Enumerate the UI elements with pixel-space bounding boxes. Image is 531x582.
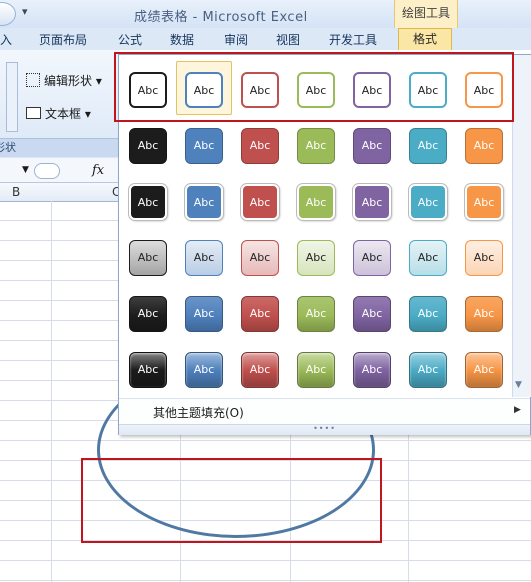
column-header-b[interactable]: B — [12, 185, 20, 199]
style-cell-r3-c7[interactable]: Abc — [465, 184, 503, 220]
submenu-arrow-icon: ▶ — [514, 405, 521, 415]
style-cell-r3-c5[interactable]: Abc — [353, 184, 391, 220]
tab-view[interactable]: 视图 — [276, 30, 300, 50]
style-cell-r2-c7[interactable]: Abc — [465, 128, 503, 164]
style-cell-r6-c6[interactable]: Abc — [409, 352, 447, 388]
namebox-dropdown-icon[interactable]: ▼ — [22, 165, 29, 175]
style-cell-r5-c1[interactable]: Abc — [129, 296, 167, 332]
textbox-icon — [26, 107, 41, 119]
window-title: 成绩表格 - Microsoft Excel — [134, 10, 308, 25]
style-cell-r4-c5[interactable]: Abc — [353, 240, 391, 276]
style-cell-r4-c7[interactable]: Abc — [465, 240, 503, 276]
style-cell-r6-c7[interactable]: Abc — [465, 352, 503, 388]
shapes-group-label: 形状 — [0, 138, 120, 157]
style-cell-r2-c6[interactable]: Abc — [409, 128, 447, 164]
tab-formulas[interactable]: 公式 — [118, 30, 142, 50]
style-cell-r4-c2[interactable]: Abc — [185, 240, 223, 276]
gallery-scrollbar[interactable] — [512, 55, 531, 397]
style-cell-r6-c5[interactable]: Abc — [353, 352, 391, 388]
style-cell-r6-c1[interactable]: Abc — [129, 352, 167, 388]
textbox-label: 文本框 — [45, 107, 82, 121]
style-cell-r6-c3[interactable]: Abc — [241, 352, 279, 388]
style-cell-r3-c4[interactable]: Abc — [297, 184, 335, 220]
style-cell-r2-c1[interactable]: Abc — [129, 128, 167, 164]
title-bar: ▾ 成绩表格 - Microsoft Excel 绘图工具 — [0, 0, 531, 29]
highlight-box — [114, 52, 514, 122]
style-cell-r5-c7[interactable]: Abc — [465, 296, 503, 332]
style-cell-r2-c3[interactable]: Abc — [241, 128, 279, 164]
office-button[interactable] — [0, 2, 16, 26]
edit-shape-label: 编辑形状 — [44, 74, 93, 88]
style-cell-r5-c2[interactable]: Abc — [185, 296, 223, 332]
style-cell-r5-c5[interactable]: Abc — [353, 296, 391, 332]
style-cell-r6-c4[interactable]: Abc — [297, 352, 335, 388]
style-cell-r6-c2[interactable]: Abc — [185, 352, 223, 388]
style-cell-r3-c3[interactable]: Abc — [241, 184, 279, 220]
tab-insert[interactable]: 入 — [0, 30, 12, 50]
style-cell-r2-c2[interactable]: Abc — [185, 128, 223, 164]
edit-points-icon — [26, 73, 40, 87]
style-cell-r5-c4[interactable]: Abc — [297, 296, 335, 332]
style-cell-r2-c4[interactable]: Abc — [297, 128, 335, 164]
context-tab-group-label: 绘图工具 — [394, 0, 458, 28]
style-cell-r4-c4[interactable]: Abc — [297, 240, 335, 276]
more-theme-fills-label: 其他主题填充(O) — [153, 406, 244, 420]
tab-review[interactable]: 审阅 — [224, 30, 248, 50]
style-cell-r3-c6[interactable]: Abc — [409, 184, 447, 220]
quick-access-dropdown-icon[interactable]: ▾ — [22, 5, 28, 18]
tab-format[interactable]: 格式 — [398, 28, 452, 50]
style-cell-r3-c2[interactable]: Abc — [185, 184, 223, 220]
edit-shape-button[interactable]: 编辑形状 ▾ — [26, 72, 102, 89]
style-cell-r2-c5[interactable]: Abc — [353, 128, 391, 164]
tab-data[interactable]: 数据 — [170, 30, 194, 50]
style-cell-r4-c3[interactable]: Abc — [241, 240, 279, 276]
tab-developer[interactable]: 开发工具 — [329, 30, 377, 50]
highlight-box — [81, 458, 382, 543]
shape-gallery-scroll[interactable] — [6, 62, 18, 132]
gallery-resize-handle[interactable]: •••• — [119, 424, 530, 435]
style-cell-r3-c1[interactable]: Abc — [129, 184, 167, 220]
formula-bar-expand[interactable] — [34, 163, 60, 179]
tab-page-layout[interactable]: 页面布局 — [39, 30, 87, 50]
textbox-button[interactable]: 文本框 ▾ — [26, 105, 91, 122]
scroll-down-icon[interactable]: ▼ — [515, 380, 522, 390]
style-cell-r5-c6[interactable]: Abc — [409, 296, 447, 332]
style-cell-r4-c1[interactable]: Abc — [129, 240, 167, 276]
style-cell-r5-c3[interactable]: Abc — [241, 296, 279, 332]
insert-function-icon[interactable]: fx — [92, 163, 104, 178]
style-cell-r4-c6[interactable]: Abc — [409, 240, 447, 276]
